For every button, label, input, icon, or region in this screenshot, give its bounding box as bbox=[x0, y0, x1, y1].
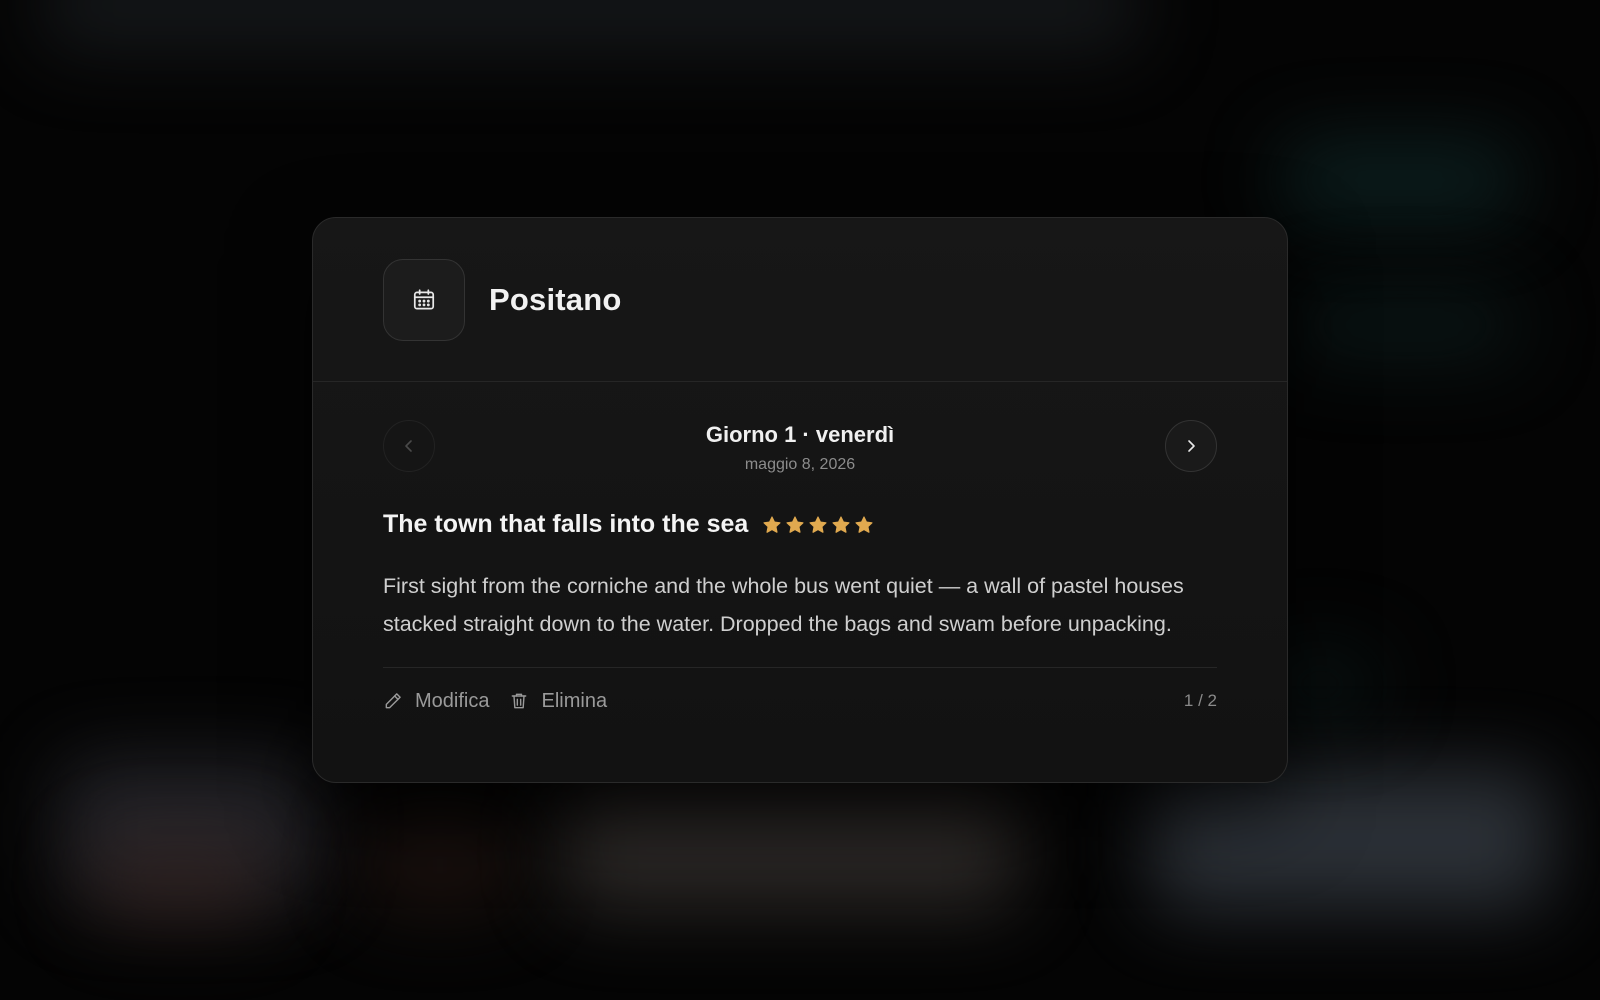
calendar-icon bbox=[383, 258, 465, 341]
day-heading: Giorno 1 · venerdì maggio 8, 2026 bbox=[383, 422, 1217, 474]
delete-button[interactable]: Elimina bbox=[509, 690, 607, 713]
day-date: maggio 8, 2026 bbox=[744, 456, 856, 473]
card-footer: Modifica Elimina 1 / 2 bbox=[383, 668, 1217, 734]
next-day-button[interactable] bbox=[1165, 420, 1217, 472]
page-indicator: 1 / 2 bbox=[1183, 691, 1217, 710]
star-icon bbox=[855, 515, 873, 533]
star-rating bbox=[762, 515, 874, 535]
day-title: Giorno 1 · venerdì bbox=[705, 422, 895, 447]
trash-icon bbox=[512, 693, 527, 709]
chevron-right-icon bbox=[1188, 440, 1195, 452]
day-navigator: Giorno 1 · venerdì maggio 8, 2026 bbox=[383, 382, 1217, 510]
journal-entry-card: Positano Giorno 1 · venerdì maggio 8, 20… bbox=[312, 217, 1288, 783]
entry-text: First sight from the corniche and the wh… bbox=[383, 574, 1184, 636]
edit-button[interactable]: Modifica bbox=[383, 690, 489, 713]
place-title: Positano bbox=[489, 281, 622, 317]
star-icon bbox=[786, 515, 804, 533]
card-body: Giorno 1 · venerdì maggio 8, 2026 The to… bbox=[313, 382, 1287, 734]
entry-title: The town that falls into the sea bbox=[383, 510, 749, 538]
star-icon bbox=[763, 515, 781, 533]
star-icon bbox=[832, 515, 850, 533]
delete-label: Elimina bbox=[541, 689, 608, 712]
pencil-icon bbox=[385, 693, 401, 709]
card-header: Positano bbox=[313, 218, 1287, 382]
entry-title-row: The town that falls into the sea bbox=[383, 510, 1217, 539]
edit-label: Modifica bbox=[415, 689, 490, 712]
star-icon bbox=[809, 515, 827, 533]
